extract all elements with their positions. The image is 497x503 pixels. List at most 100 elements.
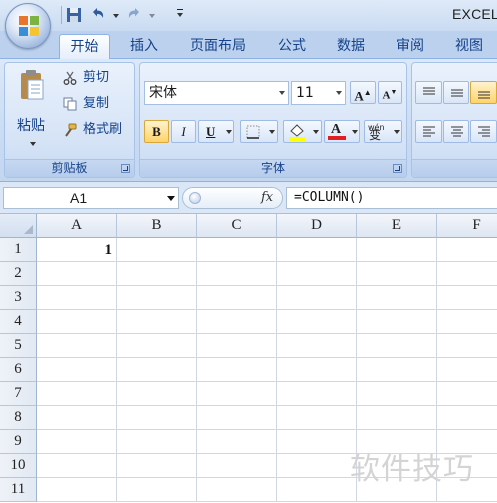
tab-view[interactable]: 视图 xyxy=(445,34,493,59)
column-header-b[interactable]: B xyxy=(117,214,197,238)
cell-e4[interactable] xyxy=(357,310,437,334)
align-top-button[interactable] xyxy=(415,81,442,104)
cell-b4[interactable] xyxy=(117,310,197,334)
cell-c6[interactable] xyxy=(197,358,277,382)
cell-a1[interactable]: 1 xyxy=(37,238,117,262)
cell-a11[interactable] xyxy=(37,478,117,502)
underline-button[interactable]: U xyxy=(198,120,234,143)
shrink-font-button[interactable]: A▼ xyxy=(378,81,402,104)
phonetic-guide-button[interactable]: wén 变 xyxy=(364,120,402,143)
cell-e2[interactable] xyxy=(357,262,437,286)
row-header-3[interactable]: 3 xyxy=(0,286,37,310)
cell-c8[interactable] xyxy=(197,406,277,430)
tab-page-layout[interactable]: 页面布局 xyxy=(180,34,256,59)
cell-b2[interactable] xyxy=(117,262,197,286)
cell-a8[interactable] xyxy=(37,406,117,430)
fill-color-button[interactable] xyxy=(283,120,322,143)
office-button[interactable] xyxy=(5,3,51,49)
row-header-9[interactable]: 9 xyxy=(0,430,37,454)
row-header-8[interactable]: 8 xyxy=(0,406,37,430)
cell-f8[interactable] xyxy=(437,406,497,430)
font-name-combo[interactable]: 宋体 xyxy=(144,81,289,105)
cell-b5[interactable] xyxy=(117,334,197,358)
tab-insert[interactable]: 插入 xyxy=(118,34,170,59)
cell-d11[interactable] xyxy=(277,478,357,502)
cell-e7[interactable] xyxy=(357,382,437,406)
align-middle-button[interactable] xyxy=(443,81,469,104)
cell-b8[interactable] xyxy=(117,406,197,430)
cell-a2[interactable] xyxy=(37,262,117,286)
cell-c3[interactable] xyxy=(197,286,277,310)
italic-button[interactable]: I xyxy=(171,120,196,143)
row-header-2[interactable]: 2 xyxy=(0,262,37,286)
cell-d2[interactable] xyxy=(277,262,357,286)
cell-d9[interactable] xyxy=(277,430,357,454)
column-header-d[interactable]: D xyxy=(277,214,357,238)
cell-e8[interactable] xyxy=(357,406,437,430)
cell-c10[interactable] xyxy=(197,454,277,478)
cell-b9[interactable] xyxy=(117,430,197,454)
cell-f7[interactable] xyxy=(437,382,497,406)
cell-a6[interactable] xyxy=(37,358,117,382)
paste-button[interactable]: 粘贴 xyxy=(9,67,55,153)
cell-e1[interactable] xyxy=(357,238,437,262)
cell-a9[interactable] xyxy=(37,430,117,454)
column-header-f[interactable]: F xyxy=(437,214,497,238)
save-icon[interactable] xyxy=(66,7,82,23)
column-header-a[interactable]: A xyxy=(37,214,117,238)
row-header-1[interactable]: 1 xyxy=(0,238,37,262)
formula-bar-resize-handle[interactable] xyxy=(189,192,201,204)
undo-icon[interactable] xyxy=(90,7,106,23)
cell-d10[interactable] xyxy=(277,454,357,478)
cell-a4[interactable] xyxy=(37,310,117,334)
tab-home[interactable]: 开始 xyxy=(59,34,110,59)
cell-c5[interactable] xyxy=(197,334,277,358)
cell-a3[interactable] xyxy=(37,286,117,310)
tab-formulas[interactable]: 公式 xyxy=(268,34,316,59)
undo-dropdown-icon[interactable] xyxy=(113,14,119,18)
cell-f6[interactable] xyxy=(437,358,497,382)
cell-e3[interactable] xyxy=(357,286,437,310)
cell-b6[interactable] xyxy=(117,358,197,382)
font-color-button[interactable]: A xyxy=(324,120,360,143)
cell-d6[interactable] xyxy=(277,358,357,382)
cell-a10[interactable] xyxy=(37,454,117,478)
cell-b7[interactable] xyxy=(117,382,197,406)
clipboard-dialog-launcher-icon[interactable] xyxy=(121,164,130,173)
cell-d5[interactable] xyxy=(277,334,357,358)
row-header-11[interactable]: 11 xyxy=(0,478,37,502)
row-header-4[interactable]: 4 xyxy=(0,310,37,334)
cell-c2[interactable] xyxy=(197,262,277,286)
row-header-5[interactable]: 5 xyxy=(0,334,37,358)
align-center-button[interactable] xyxy=(443,120,469,143)
cell-b11[interactable] xyxy=(117,478,197,502)
cell-d3[interactable] xyxy=(277,286,357,310)
cell-d7[interactable] xyxy=(277,382,357,406)
tab-data[interactable]: 数据 xyxy=(327,34,375,59)
select-all-corner[interactable] xyxy=(0,214,37,238)
cell-e5[interactable] xyxy=(357,334,437,358)
name-box-dropdown-icon[interactable] xyxy=(167,196,175,201)
cell-c4[interactable] xyxy=(197,310,277,334)
cell-f3[interactable] xyxy=(437,286,497,310)
align-bottom-button[interactable] xyxy=(470,81,497,104)
cell-a7[interactable] xyxy=(37,382,117,406)
redo-icon[interactable] xyxy=(126,7,142,23)
cell-f2[interactable] xyxy=(437,262,497,286)
name-box[interactable]: A1 xyxy=(3,187,179,209)
align-right-button[interactable] xyxy=(470,120,497,143)
cell-b3[interactable] xyxy=(117,286,197,310)
customize-qat-icon[interactable] xyxy=(176,8,184,20)
formula-input[interactable]: =COLUMN() xyxy=(286,187,497,209)
borders-button[interactable] xyxy=(240,120,278,143)
cell-d1[interactable] xyxy=(277,238,357,262)
tab-review[interactable]: 审阅 xyxy=(386,34,434,59)
cell-d8[interactable] xyxy=(277,406,357,430)
cell-b1[interactable] xyxy=(117,238,197,262)
font-size-combo[interactable]: 11 xyxy=(291,81,346,105)
grow-font-button[interactable]: A▲ xyxy=(350,81,376,104)
cell-c9[interactable] xyxy=(197,430,277,454)
row-header-10[interactable]: 10 xyxy=(0,454,37,478)
insert-function-fx-icon[interactable]: fx xyxy=(261,188,273,208)
cell-f1[interactable] xyxy=(437,238,497,262)
